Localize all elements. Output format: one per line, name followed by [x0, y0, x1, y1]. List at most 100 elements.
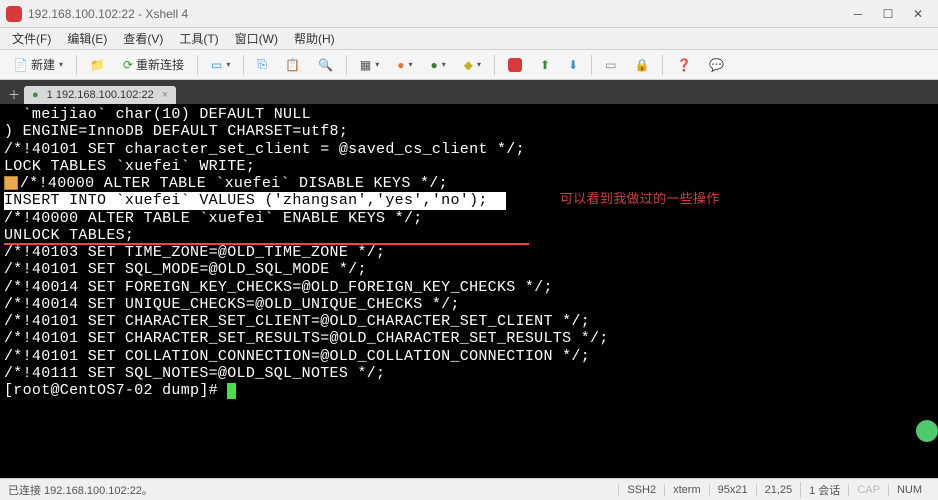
term-text: /*!40000 ALTER TABLE `xuefei` DISABLE KE…	[20, 175, 448, 192]
term-line: /*!40014 SET FOREIGN_KEY_CHECKS=@OLD_FOR…	[4, 279, 934, 296]
status-connected: 已连接 192.168.100.102:22。	[8, 482, 618, 498]
status-sessions: 1 会话	[800, 482, 848, 498]
minimize-button[interactable]: ─	[844, 4, 872, 24]
term-line: `meijiao` char(10) DEFAULT NULL	[4, 106, 934, 123]
upload-button[interactable]: ⬆	[533, 54, 557, 76]
status-num: NUM	[888, 484, 930, 496]
term-line: /*!40000 ALTER TABLE `xuefei` ENABLE KEY…	[4, 210, 934, 227]
lock-icon: 🔒	[635, 58, 650, 72]
chevron-down-icon: ▾	[477, 60, 481, 69]
menu-tools[interactable]: 工具(T)	[171, 30, 226, 47]
marker-icon	[4, 176, 18, 190]
copy-icon: ⎘	[257, 57, 267, 72]
open-button[interactable]: 📁	[83, 54, 112, 76]
properties-button[interactable]: ▭	[598, 54, 623, 76]
chevron-down-icon: ▾	[409, 60, 413, 69]
separator	[76, 55, 77, 75]
folder-icon: 📁	[90, 58, 105, 72]
palette-icon: ●	[397, 58, 404, 72]
dot-icon: ●	[32, 89, 39, 101]
help-button[interactable]: ❓	[669, 54, 698, 76]
menu-help[interactable]: 帮助(H)	[286, 30, 343, 47]
window-title: 192.168.100.102:22 - Xshell 4	[28, 7, 844, 21]
new-tab-button[interactable]: ＋	[4, 84, 24, 104]
menubar: 文件(F) 编辑(E) 查看(V) 工具(T) 窗口(W) 帮助(H)	[0, 28, 938, 50]
term-line: /*!40101 SET character_set_client = @sav…	[4, 141, 934, 158]
color-button[interactable]: ●▾	[390, 54, 419, 76]
status-term: xterm	[664, 484, 709, 496]
menu-window[interactable]: 窗口(W)	[227, 30, 286, 47]
toolbar: 📄 新建 ▾ 📁 ⟳ 重新连接 ▭▾ ⎘ 📋 🔍 ▦▾ ●▾ ●▾ ◆▾ ⬆ ⬇…	[0, 50, 938, 80]
about-button[interactable]: 💬	[702, 54, 731, 76]
lock-button[interactable]: 🔒	[628, 54, 657, 76]
term-line: /*!40101 SET CHARACTER_SET_RESULTS=@OLD_…	[4, 330, 934, 347]
term-line: UNLOCK TABLES;	[4, 227, 934, 244]
paste-button[interactable]: 📋	[278, 54, 307, 76]
prompt-text: [root@CentOS7-02 dump]#	[4, 382, 227, 399]
font-icon: ●	[431, 58, 438, 72]
titlebar: 192.168.100.102:22 - Xshell 4 ─ ☐ ✕	[0, 0, 938, 28]
term-line: ) ENGINE=InnoDB DEFAULT CHARSET=utf8;	[4, 123, 934, 140]
tabbar: ＋ ● 1 192.168.100.102:22 ×	[0, 80, 938, 104]
menu-edit[interactable]: 编辑(E)	[59, 30, 115, 47]
separator	[591, 55, 592, 75]
tab-label: 1 192.168.100.102:22	[47, 89, 154, 101]
statusbar: 已连接 192.168.100.102:22。 SSH2 xterm 95x21…	[0, 478, 938, 500]
chevron-down-icon: ▾	[375, 60, 379, 69]
annotation-text: 可以看到我做过的一些操作	[560, 192, 720, 207]
new-session-button[interactable]: 📄 新建 ▾	[6, 54, 70, 76]
chevron-down-icon: ▾	[59, 60, 63, 69]
term-line: /*!40111 SET SQL_NOTES=@OLD_SQL_NOTES */…	[4, 365, 934, 382]
separator	[197, 55, 198, 75]
separator	[243, 55, 244, 75]
download-icon: ⬇	[568, 58, 578, 72]
page-icon: ▭	[605, 58, 616, 72]
separator	[662, 55, 663, 75]
status-size: 95x21	[709, 484, 756, 496]
card-icon: ▭	[211, 58, 222, 72]
upload-icon: ⬆	[540, 58, 550, 72]
status-pos: 21,25	[756, 484, 801, 496]
prompt-line: [root@CentOS7-02 dump]#	[4, 382, 934, 399]
menu-view[interactable]: 查看(V)	[115, 30, 171, 47]
font-button[interactable]: ●▾	[424, 54, 453, 76]
chevron-down-icon: ▾	[226, 60, 230, 69]
tab-close-button[interactable]: ×	[162, 89, 168, 101]
copy-button[interactable]: ⎘	[250, 54, 274, 76]
paste-icon: 📋	[285, 58, 300, 72]
underline-annotation	[4, 243, 529, 245]
search-icon: 🔍	[318, 58, 333, 72]
script-icon: ◆	[464, 58, 473, 72]
reconnect-label: 重新连接	[136, 56, 184, 73]
profile-button[interactable]: ▭▾	[204, 54, 237, 76]
maximize-button[interactable]: ☐	[874, 4, 902, 24]
term-line: /*!40014 SET UNIQUE_CHECKS=@OLD_UNIQUE_C…	[4, 296, 934, 313]
term-line: LOCK TABLES `xuefei` WRITE;	[4, 158, 934, 175]
term-line: /*!40103 SET TIME_ZONE=@OLD_TIME_ZONE */…	[4, 244, 934, 261]
help-icon: ❓	[676, 58, 691, 72]
xshell-icon	[508, 58, 522, 72]
new-label: 新建	[31, 56, 55, 73]
cursor	[227, 383, 236, 399]
speech-icon: 💬	[709, 58, 724, 72]
xftp-button[interactable]	[501, 54, 529, 76]
term-line: /*!40101 SET SQL_MODE=@OLD_SQL_MODE */;	[4, 261, 934, 278]
find-button[interactable]: 🔍	[311, 54, 340, 76]
term-line: /*!40000 ALTER TABLE `xuefei` DISABLE KE…	[4, 175, 934, 192]
layout-button[interactable]: ▦▾	[353, 54, 386, 76]
terminal[interactable]: `meijiao` char(10) DEFAULT NULL ) ENGINE…	[0, 104, 938, 478]
download-button[interactable]: ⬇	[561, 54, 585, 76]
floating-action-button[interactable]	[916, 420, 938, 442]
reconnect-button[interactable]: ⟳ 重新连接	[116, 54, 191, 76]
layout-icon: ▦	[360, 58, 371, 72]
status-ssh: SSH2	[618, 484, 664, 496]
session-tab[interactable]: ● 1 192.168.100.102:22 ×	[24, 86, 176, 104]
separator	[494, 55, 495, 75]
highlighted-text: INSERT INTO `xuefei` VALUES ('zhangsan',…	[4, 192, 506, 209]
menu-file[interactable]: 文件(F)	[4, 30, 59, 47]
script-button[interactable]: ◆▾	[457, 54, 488, 76]
close-button[interactable]: ✕	[904, 4, 932, 24]
term-line: /*!40101 SET COLLATION_CONNECTION=@OLD_C…	[4, 348, 934, 365]
term-line: INSERT INTO `xuefei` VALUES ('zhangsan',…	[4, 192, 934, 209]
app-icon	[6, 6, 22, 22]
